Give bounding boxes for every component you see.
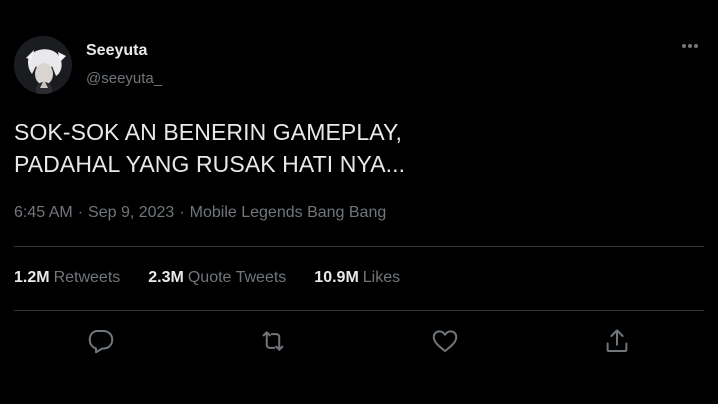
reply-icon [88,330,114,354]
tweet-card: Seeyuta @seeyuta_ SOK-SOK AN BENERIN GAM… [0,0,718,404]
quote-tweets-label: Quote Tweets [187,269,287,286]
like-button[interactable] [430,326,460,356]
likes-count: 10.9M [314,269,359,286]
divider [14,310,704,311]
tweet-text-line: PADAHAL YANG RUSAK HATI NYA... [14,151,406,177]
retweets-label: Retweets [53,269,121,286]
more-options-button[interactable] [672,34,708,58]
heart-icon [432,330,458,352]
tweet-time[interactable]: 6:45 AM [14,204,73,221]
tweet-actions [0,326,718,358]
share-button[interactable] [602,326,632,356]
user-handle[interactable]: @seeyuta_ [86,70,162,87]
tweet-source[interactable]: Mobile Legends Bang Bang [190,204,387,221]
reply-button[interactable] [86,326,116,356]
divider [14,246,704,247]
tweet-text: SOK-SOK AN BENERIN GAMEPLAY, PADAHAL YAN… [14,116,694,180]
retweet-icon [262,331,284,351]
tweet-stats: 1.2M Retweets 2.3M Quote Tweets 10.9M Likes [14,269,428,287]
quote-tweets-stat[interactable]: 2.3M Quote Tweets [148,269,286,287]
display-name[interactable]: Seeyuta [86,42,147,60]
tweet-text-line: SOK-SOK AN BENERIN GAMEPLAY, [14,119,402,145]
avatar[interactable] [14,36,72,94]
likes-stat[interactable]: 10.9M Likes [314,269,400,287]
meta-separator: · [179,204,185,221]
retweet-button[interactable] [258,326,288,356]
avatar-image [14,36,72,94]
more-icon [682,44,698,48]
tweet-meta: 6:45 AM · Sep 9, 2023 · Mobile Legends Bang … [14,204,386,222]
meta-separator: · [77,204,84,221]
likes-label: Likes [362,269,401,286]
quote-tweets-count: 2.3M [148,269,184,286]
retweets-stat[interactable]: 1.2M Retweets [14,269,120,287]
tweet-date[interactable]: Sep 9, 2023 [88,204,174,221]
share-icon [606,329,628,352]
retweets-count: 1.2M [14,269,50,286]
